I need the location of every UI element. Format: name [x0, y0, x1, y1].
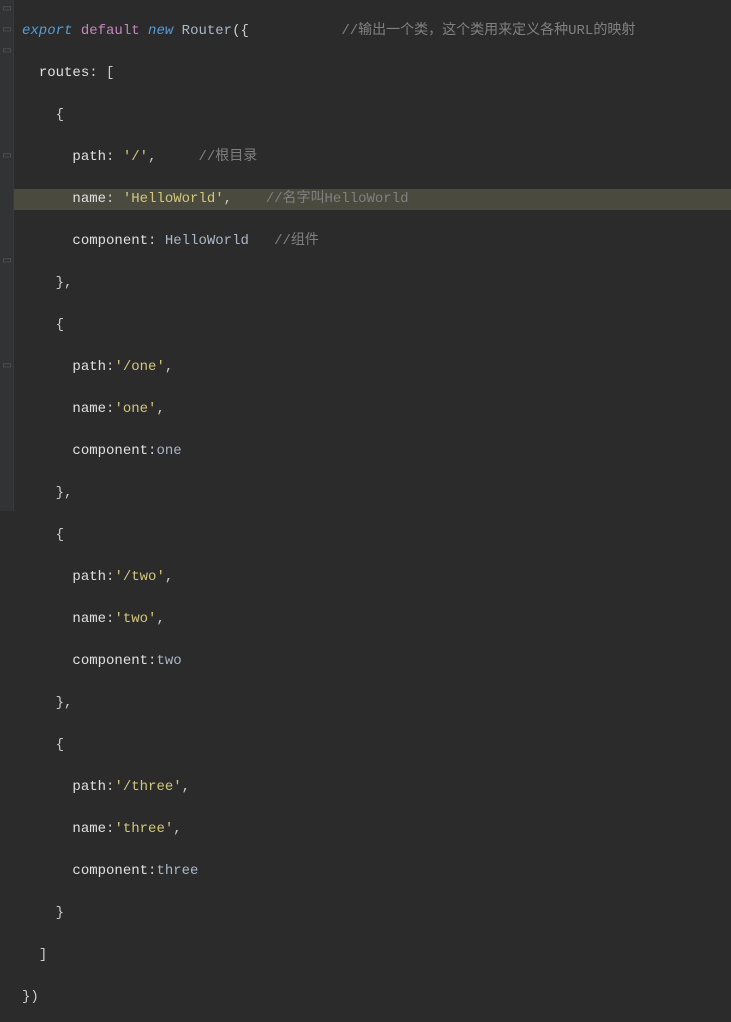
string-value: 'two'	[114, 611, 156, 627]
identifier: two	[156, 653, 181, 669]
colon: :	[106, 611, 114, 627]
brace-close: },	[56, 275, 73, 291]
code-line: {	[18, 525, 731, 546]
brace-close: },	[56, 695, 73, 711]
prop-path: path	[72, 149, 106, 165]
identifier: three	[156, 863, 198, 879]
string-value: 'one'	[114, 401, 156, 417]
comma: ,	[148, 149, 156, 165]
comma: ,	[165, 569, 173, 585]
prop-component: component	[72, 443, 148, 459]
fold-icon[interactable]: ▭	[1, 25, 13, 37]
prop-name: name	[72, 611, 106, 627]
code-line: component:two	[18, 651, 731, 672]
code-line: path: '/', //根目录	[18, 147, 731, 168]
fold-icon[interactable]: ▭	[1, 361, 13, 373]
fold-icon[interactable]: ▭	[1, 151, 13, 163]
code-line: },	[18, 273, 731, 294]
string-value: '/three'	[114, 779, 181, 795]
punct: ({	[232, 23, 249, 39]
prop-routes: routes	[39, 65, 89, 81]
punct: : [	[89, 65, 114, 81]
code-line: export default new Router({ //输出一个类，这个类用…	[18, 21, 731, 42]
string-value: '/'	[123, 149, 148, 165]
identifier: HelloWorld	[165, 233, 249, 249]
code-line: component:one	[18, 441, 731, 462]
brace-open: {	[56, 107, 64, 123]
class-name: Router	[182, 23, 232, 39]
colon: :	[106, 569, 114, 585]
code-line-active: name: 'HelloWorld', //名字叫HelloWorld	[14, 189, 731, 210]
prop-path: path	[72, 359, 106, 375]
prop-component: component	[72, 233, 148, 249]
keyword-default: default	[81, 23, 140, 39]
string-value: 'HelloWorld'	[123, 191, 224, 207]
comma: ,	[182, 779, 190, 795]
prop-path: path	[72, 569, 106, 585]
code-line: },	[18, 693, 731, 714]
identifier: one	[156, 443, 181, 459]
code-line: name:'three',	[18, 819, 731, 840]
prop-path: path	[72, 779, 106, 795]
colon: :	[148, 863, 156, 879]
comma: ,	[224, 191, 232, 207]
brace-close: },	[56, 485, 73, 501]
brace-close: }	[56, 905, 64, 921]
colon: :	[106, 779, 114, 795]
prop-component: component	[72, 653, 148, 669]
comma: ,	[156, 401, 164, 417]
prop-name: name	[72, 191, 106, 207]
prop-component: component	[72, 863, 148, 879]
keyword-export: export	[22, 23, 72, 39]
colon: :	[106, 821, 114, 837]
code-line: {	[18, 315, 731, 336]
comment: //根目录	[198, 149, 257, 165]
code-editor[interactable]: export default new Router({ //输出一个类，这个类用…	[14, 0, 731, 1022]
string-value: '/two'	[114, 569, 164, 585]
code-line: component: HelloWorld //组件	[18, 231, 731, 252]
code-line: path:'/three',	[18, 777, 731, 798]
paren-close: })	[22, 989, 39, 1005]
code-line: routes: [	[18, 63, 731, 84]
code-line: path:'/one',	[18, 357, 731, 378]
comment: //名字叫HelloWorld	[266, 191, 409, 207]
brace-open: {	[56, 317, 64, 333]
comment: //输出一个类，这个类用来定义各种URL的映射	[341, 23, 635, 39]
code-line: ]	[18, 945, 731, 966]
code-line: },	[18, 483, 731, 504]
code-line: name:'one',	[18, 399, 731, 420]
prop-name: name	[72, 821, 106, 837]
comment: //组件	[274, 233, 319, 249]
keyword-new: new	[148, 23, 173, 39]
string-value: '/one'	[114, 359, 164, 375]
code-line: {	[18, 105, 731, 126]
bracket-close: ]	[39, 947, 47, 963]
colon: :	[148, 233, 165, 249]
colon: :	[148, 653, 156, 669]
comma: ,	[156, 611, 164, 627]
prop-name: name	[72, 401, 106, 417]
code-line: })	[18, 987, 731, 1008]
code-line: }	[18, 903, 731, 924]
comma: ,	[165, 359, 173, 375]
comma: ,	[173, 821, 181, 837]
code-line: name:'two',	[18, 609, 731, 630]
string-value: 'three'	[114, 821, 173, 837]
fold-icon[interactable]: ▭	[1, 256, 13, 268]
code-line: component:three	[18, 861, 731, 882]
brace-open: {	[56, 737, 64, 753]
code-line: path:'/two',	[18, 567, 731, 588]
fold-icon[interactable]: ▭	[1, 4, 13, 16]
colon: :	[106, 191, 123, 207]
fold-icon[interactable]: ▭	[1, 46, 13, 58]
colon: :	[106, 149, 123, 165]
code-line: {	[18, 735, 731, 756]
gutter: ▭ ▭ ▭ ▭ ▭ ▭	[0, 0, 14, 511]
brace-open: {	[56, 527, 64, 543]
